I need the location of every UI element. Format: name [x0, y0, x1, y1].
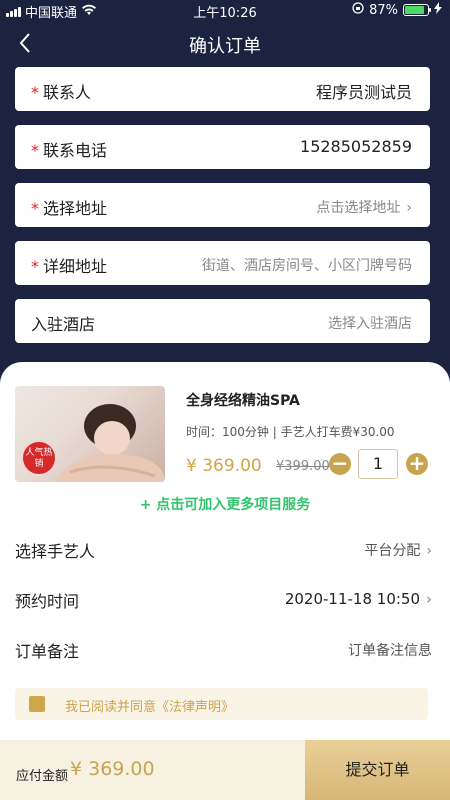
detail-label: * 详细地址	[31, 253, 107, 277]
total-amount: ¥ 369.00	[70, 758, 155, 780]
quantity-decrease-button[interactable]: −	[329, 453, 351, 475]
product-meta: 时间：100分钟 | 手艺人打车费¥30.00	[186, 425, 395, 439]
status-bar: 中国联通 上午10:26 87%	[0, 0, 450, 21]
phone-label: * 联系电话	[31, 137, 107, 161]
artisan-value: 平台分配	[364, 543, 421, 559]
appointment-time-label: 预约时间	[15, 592, 80, 611]
required-mark: *	[31, 141, 39, 160]
agreement-text[interactable]: 我已阅读并同意《法律声明》	[65, 696, 234, 715]
phone-label-text: 联系电话	[43, 141, 108, 160]
agreement-row[interactable]: 我已阅读并同意《法律声明》	[15, 688, 428, 720]
contact-value[interactable]: 程序员测试员	[316, 79, 412, 103]
quantity-input[interactable]: 1	[358, 449, 398, 479]
chevron-right-icon: ›	[426, 543, 432, 559]
agreement-checkbox[interactable]	[29, 696, 45, 712]
page-title: 确认订单	[189, 36, 261, 57]
hot-badge: 人气热销	[21, 440, 57, 476]
order-note-input[interactable]: 订单备注信息	[348, 640, 432, 660]
status-right: 87%	[352, 2, 442, 18]
product-image: 人气热销	[15, 386, 165, 482]
artisan-label: 选择手艺人	[15, 542, 96, 561]
footer-bar: 应付金额 ¥ 369.00 提交订单	[0, 740, 450, 800]
charging-icon	[434, 2, 442, 18]
appointment-time-value: 2020-11-18 10:50	[284, 590, 420, 608]
hotel-hint[interactable]: 选择入驻酒店	[328, 313, 412, 333]
phone-field[interactable]: * 联系电话 15285052859	[15, 125, 430, 169]
chevron-right-icon: ›	[406, 200, 412, 216]
add-more-services-link[interactable]: + 点击可加入更多项目服务	[0, 494, 450, 514]
detail-address-input[interactable]: 街道、酒店房间号、小区门牌号码	[202, 255, 412, 275]
rotation-lock-icon	[352, 2, 364, 18]
nav-bar: 确认订单	[0, 22, 450, 64]
battery-icon	[403, 4, 431, 16]
submit-order-button[interactable]: 提交订单	[305, 740, 450, 800]
appointment-time-select[interactable]: 2020-11-18 10:50 ›	[285, 590, 432, 608]
address-field[interactable]: * 选择地址 点击选择地址 ›	[15, 183, 430, 227]
contact-label: * 联系人	[31, 79, 91, 103]
product-old-price: ¥399.00	[276, 459, 330, 474]
battery-percent: 87%	[369, 2, 398, 18]
contact-field[interactable]: * 联系人 程序员测试员	[15, 67, 430, 111]
chevron-right-icon: ›	[426, 590, 432, 608]
artisan-select[interactable]: 平台分配 ›	[364, 540, 432, 560]
contact-label-text: 联系人	[43, 83, 92, 102]
address-label-text: 选择地址	[43, 199, 108, 218]
product-name: 全身经络精油SPA	[186, 393, 300, 409]
address-hint[interactable]: 点击选择地址 ›	[316, 197, 412, 217]
phone-value[interactable]: 15285052859	[300, 137, 412, 156]
address-label: * 选择地址	[31, 195, 107, 219]
product-price: ¥ 369.00	[186, 456, 262, 476]
required-mark: *	[31, 257, 39, 276]
required-mark: *	[31, 199, 39, 218]
hotel-field[interactable]: 入驻酒店 选择入驻酒店	[15, 299, 430, 343]
detail-address-field[interactable]: * 详细地址 街道、酒店房间号、小区门牌号码	[15, 241, 430, 285]
quantity-increase-button[interactable]: +	[406, 453, 428, 475]
order-note-label: 订单备注	[15, 642, 80, 661]
hotel-label: 入驻酒店	[31, 315, 96, 334]
required-mark: *	[31, 83, 39, 102]
detail-label-text: 详细地址	[43, 257, 108, 276]
address-hint-text: 点击选择地址	[316, 200, 401, 216]
total-label: 应付金额	[16, 769, 69, 784]
